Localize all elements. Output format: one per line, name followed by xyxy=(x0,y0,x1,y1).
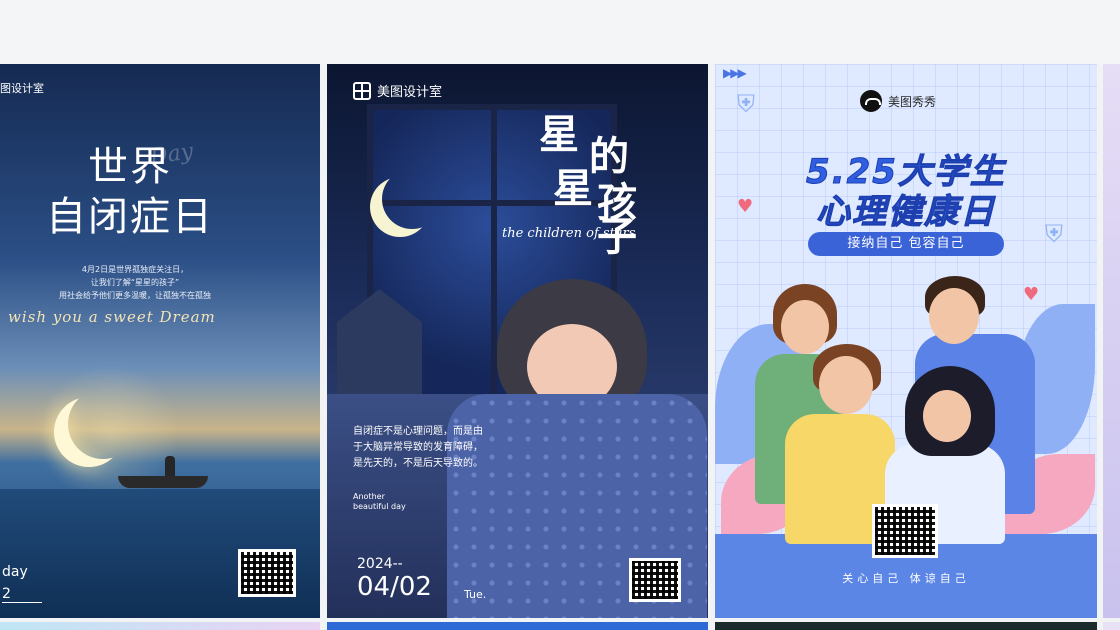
qr-code-icon xyxy=(872,504,938,558)
title-char: 星 xyxy=(539,111,579,158)
heart-icon: ♥ xyxy=(1023,284,1040,305)
year-text: 2024-- xyxy=(357,556,403,572)
boat-illustration xyxy=(118,476,208,488)
crescent-moon-icon xyxy=(68,389,138,459)
template-card-partial[interactable] xyxy=(1103,64,1120,618)
footer-number: 2 xyxy=(2,586,42,603)
script-text: the children of stars xyxy=(502,226,636,241)
title-char: 星 xyxy=(553,165,593,212)
date-text: 04/02 xyxy=(357,572,432,602)
weekday-text: Tue. xyxy=(464,588,487,601)
qr-code-icon xyxy=(629,558,681,602)
template-card-star-children[interactable]: 美图设计室 星 的 星 孩 子 the children of stars 自闭… xyxy=(327,64,708,618)
card-brand: 美图设计室 xyxy=(353,81,442,100)
shield-plus-icon: ⛨ xyxy=(737,90,755,118)
template-card-autism-day-moon[interactable]: 图设计室 Day 世界 自闭症日 4月2日是世界孤独症关注日， 让我们了解“星星… xyxy=(0,64,320,618)
qr-code-icon xyxy=(238,549,296,597)
person-illustration xyxy=(165,456,175,476)
brand-label: 图设计室 xyxy=(0,82,44,95)
card-title-line2: 心理健康日 xyxy=(816,192,996,233)
next-row-card-preview[interactable] xyxy=(327,622,708,630)
brand-label: 美图秀秀 xyxy=(888,94,937,109)
info-line: 4月2日是世界孤独症关注日， xyxy=(81,265,189,274)
template-card-student-mental-health[interactable]: ▶▶▶ ⛨ ⛨ 美图秀秀 5.25大学生 心理健康日 接纳自己 包容自己 ♥ ♥ xyxy=(715,64,1097,618)
footer-day: day xyxy=(2,564,28,580)
next-row-card-preview[interactable] xyxy=(715,622,1097,630)
small-text: Another beautiful day xyxy=(353,492,406,511)
template-gallery: 图设计室 Day 世界 自闭症日 4月2日是世界孤独症关注日， 让我们了解“星星… xyxy=(0,64,1120,630)
brand-label: 美图设计室 xyxy=(377,85,443,100)
card-brand: 图设计室 xyxy=(0,80,44,96)
top-bar xyxy=(0,0,1120,64)
meitu-logo-icon xyxy=(860,90,882,112)
crescent-moon-icon xyxy=(382,169,442,229)
info-line: 让我们了解“星星的孩子” xyxy=(90,278,180,287)
script-text: wish you a sweet Dream xyxy=(8,308,216,326)
body-text: 自闭症不是心理问题，而是由于大脑异常导致的发育障碍，是先天的，不是后天导致的。 xyxy=(353,426,483,469)
card-brand: 美图秀秀 xyxy=(860,90,936,112)
info-line: 用社会给予他们更多温暖，让孤独不在孤独 xyxy=(59,291,211,300)
card-title-line2: 自闭症日 xyxy=(46,194,214,240)
bottom-slogan: 关心自己 体谅自己 xyxy=(842,572,970,585)
grid-logo-icon xyxy=(353,81,371,100)
slogan-pill: 接纳自己 包容自己 xyxy=(808,232,1004,256)
arrows-icon: ▶▶▶ xyxy=(723,66,747,80)
next-row-card-preview[interactable] xyxy=(0,622,320,630)
heart-icon: ♥ xyxy=(737,196,754,217)
next-row-card-preview[interactable] xyxy=(1103,622,1120,630)
